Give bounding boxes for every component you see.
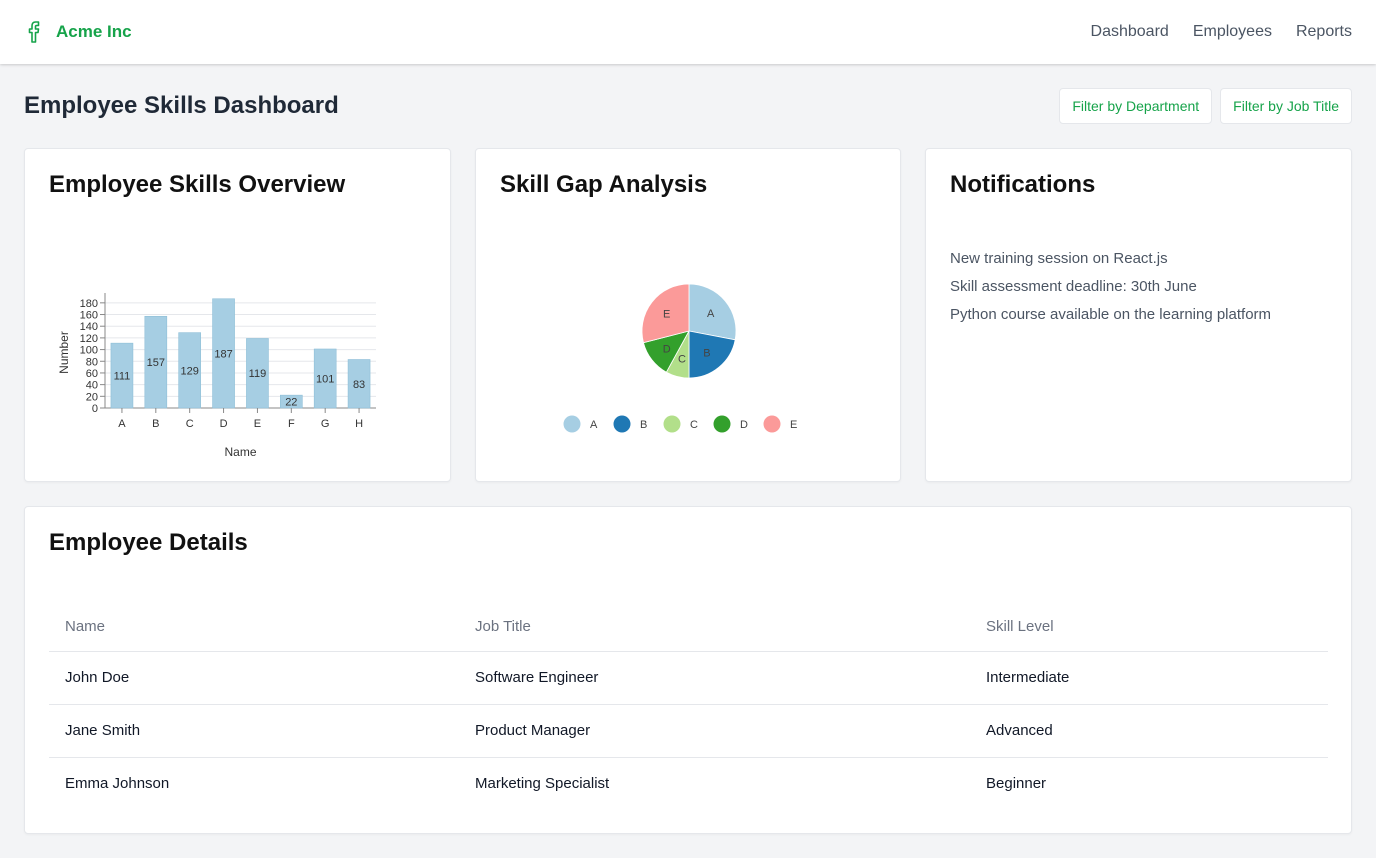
legend-swatch: [613, 415, 631, 433]
pie-slice-label: C: [678, 353, 686, 365]
notifications-title: Notifications: [950, 171, 1096, 198]
x-tick-label: F: [288, 418, 295, 430]
y-tick-label: 0: [92, 403, 98, 415]
cell-job-title: Software Engineer: [459, 651, 970, 705]
x-tick-label: C: [186, 418, 194, 430]
employee-details-title: Employee Details: [49, 529, 248, 556]
cell-name: Jane Smith: [49, 704, 459, 758]
brand[interactable]: Acme Inc: [24, 20, 132, 44]
y-tick-label: 180: [80, 298, 98, 310]
brand-name: Acme Inc: [56, 22, 132, 41]
x-tick-label: B: [152, 418, 159, 430]
legend-label: B: [640, 419, 647, 431]
skill-gap-card: Skill Gap Analysis ABCDEABCDE: [475, 148, 901, 482]
legend-swatch: [763, 415, 781, 433]
notification-list: New training session on React.js Skill a…: [950, 245, 1271, 329]
cell-job-title: Marketing Specialist: [475, 775, 610, 793]
employee-table: Name Job Title Skill Level John Doe Soft…: [49, 603, 1328, 810]
bar-value-label: 22: [285, 397, 297, 409]
legend-swatch: [713, 415, 731, 433]
bar-value-label: 101: [316, 373, 334, 385]
pie-slice-label: D: [663, 343, 671, 355]
y-tick-label: 40: [86, 380, 98, 392]
pie-slice-label: B: [703, 348, 710, 360]
y-axis-label: Number: [57, 331, 71, 374]
skill-gap-pie-chart: ABCDEA B C D E: [563, 283, 797, 433]
x-tick-label: D: [220, 418, 228, 430]
y-tick-label: 160: [80, 310, 98, 322]
skills-overview-card: Employee Skills Overview 0 20 40 60 80 100 120…: [24, 148, 451, 482]
top-navbar: Acme Inc Dashboard Employees Reports: [0, 0, 1376, 64]
legend-label: C: [690, 419, 698, 431]
bar-value-label: 129: [181, 365, 199, 377]
filter-job-title-button[interactable]: Filter by Job Title: [1220, 88, 1352, 124]
nav-reports[interactable]: Reports: [1296, 23, 1352, 41]
x-tick-label: A: [118, 418, 126, 430]
bar-value-label: 83: [353, 379, 365, 391]
legend-label: D: [740, 419, 748, 431]
y-tick-label: 80: [86, 356, 98, 368]
pie-slice-label: E: [663, 309, 670, 321]
legend-swatch: [563, 415, 581, 433]
x-tick-label: G: [321, 418, 330, 430]
column-header-skill-level: Skill Level: [970, 603, 1328, 652]
cell-skill-level: Intermediate: [970, 651, 1328, 705]
nav-employees[interactable]: Employees: [1193, 23, 1272, 41]
table-header-row: Name Job Title Skill Level: [49, 603, 1328, 652]
table-row[interactable]: Emma Johnson Marketing Specialist Beginn…: [49, 757, 1328, 810]
main-nav: Dashboard Employees Reports: [1091, 23, 1352, 41]
y-tick-label: 20: [86, 391, 98, 403]
notification-item: New training session on React.js: [950, 250, 1168, 267]
page-header: Employee Skills Dashboard Filter by Depa…: [24, 88, 1352, 124]
y-tick-label: 140: [80, 321, 98, 333]
notifications-card: Notifications New training session on Re…: [925, 148, 1352, 482]
y-tick-label: 120: [80, 333, 98, 345]
x-axis-label: Name: [224, 445, 256, 459]
bar-value-label: 157: [147, 357, 165, 369]
cell-skill-level: Advanced: [970, 704, 1328, 758]
legend-label: A: [590, 419, 598, 431]
x-tick-label: E: [254, 418, 261, 430]
cell-name: Emma Johnson: [65, 775, 170, 793]
filter-department-button[interactable]: Filter by Department: [1059, 88, 1213, 124]
notification-item: Python course available on the learning …: [950, 306, 1272, 323]
bar-value-label: 111: [114, 371, 131, 383]
pie-slice-label: A: [707, 308, 715, 320]
employee-details-card: Employee Details Name Job Title Skill Le…: [24, 506, 1352, 834]
legend-swatch: [663, 415, 681, 433]
legend-label: E: [790, 419, 797, 431]
column-header-name: Name: [49, 603, 459, 652]
table-row[interactable]: Jane Smith Product Manager Advanced: [49, 704, 1328, 758]
page-title: Employee Skills Dashboard: [24, 92, 339, 119]
bar-value-label: 187: [214, 348, 232, 360]
facebook-f-icon: [28, 21, 40, 43]
skills-bar-chart: 020406080100120140160180 111 A 157 B 129 C 187 D…: [57, 293, 376, 459]
table-row[interactable]: John Doe Software Engineer Intermediate: [49, 651, 1328, 705]
bar-value-label: 119: [249, 368, 267, 380]
cell-job-title: Product Manager: [459, 704, 970, 758]
filter-group: Filter by Department Filter by Job Title: [1059, 88, 1352, 124]
column-header-job-title: Job Title: [459, 603, 970, 652]
notification-item: Skill assessment deadline: 30th June: [950, 278, 1197, 295]
y-tick-label: 100: [80, 345, 98, 357]
cell-skill-level: Beginner: [986, 775, 1047, 793]
y-tick-label: 60: [86, 368, 98, 380]
nav-dashboard[interactable]: Dashboard: [1091, 23, 1169, 41]
x-tick-label: H: [355, 418, 363, 430]
cell-name: John Doe: [49, 651, 459, 705]
